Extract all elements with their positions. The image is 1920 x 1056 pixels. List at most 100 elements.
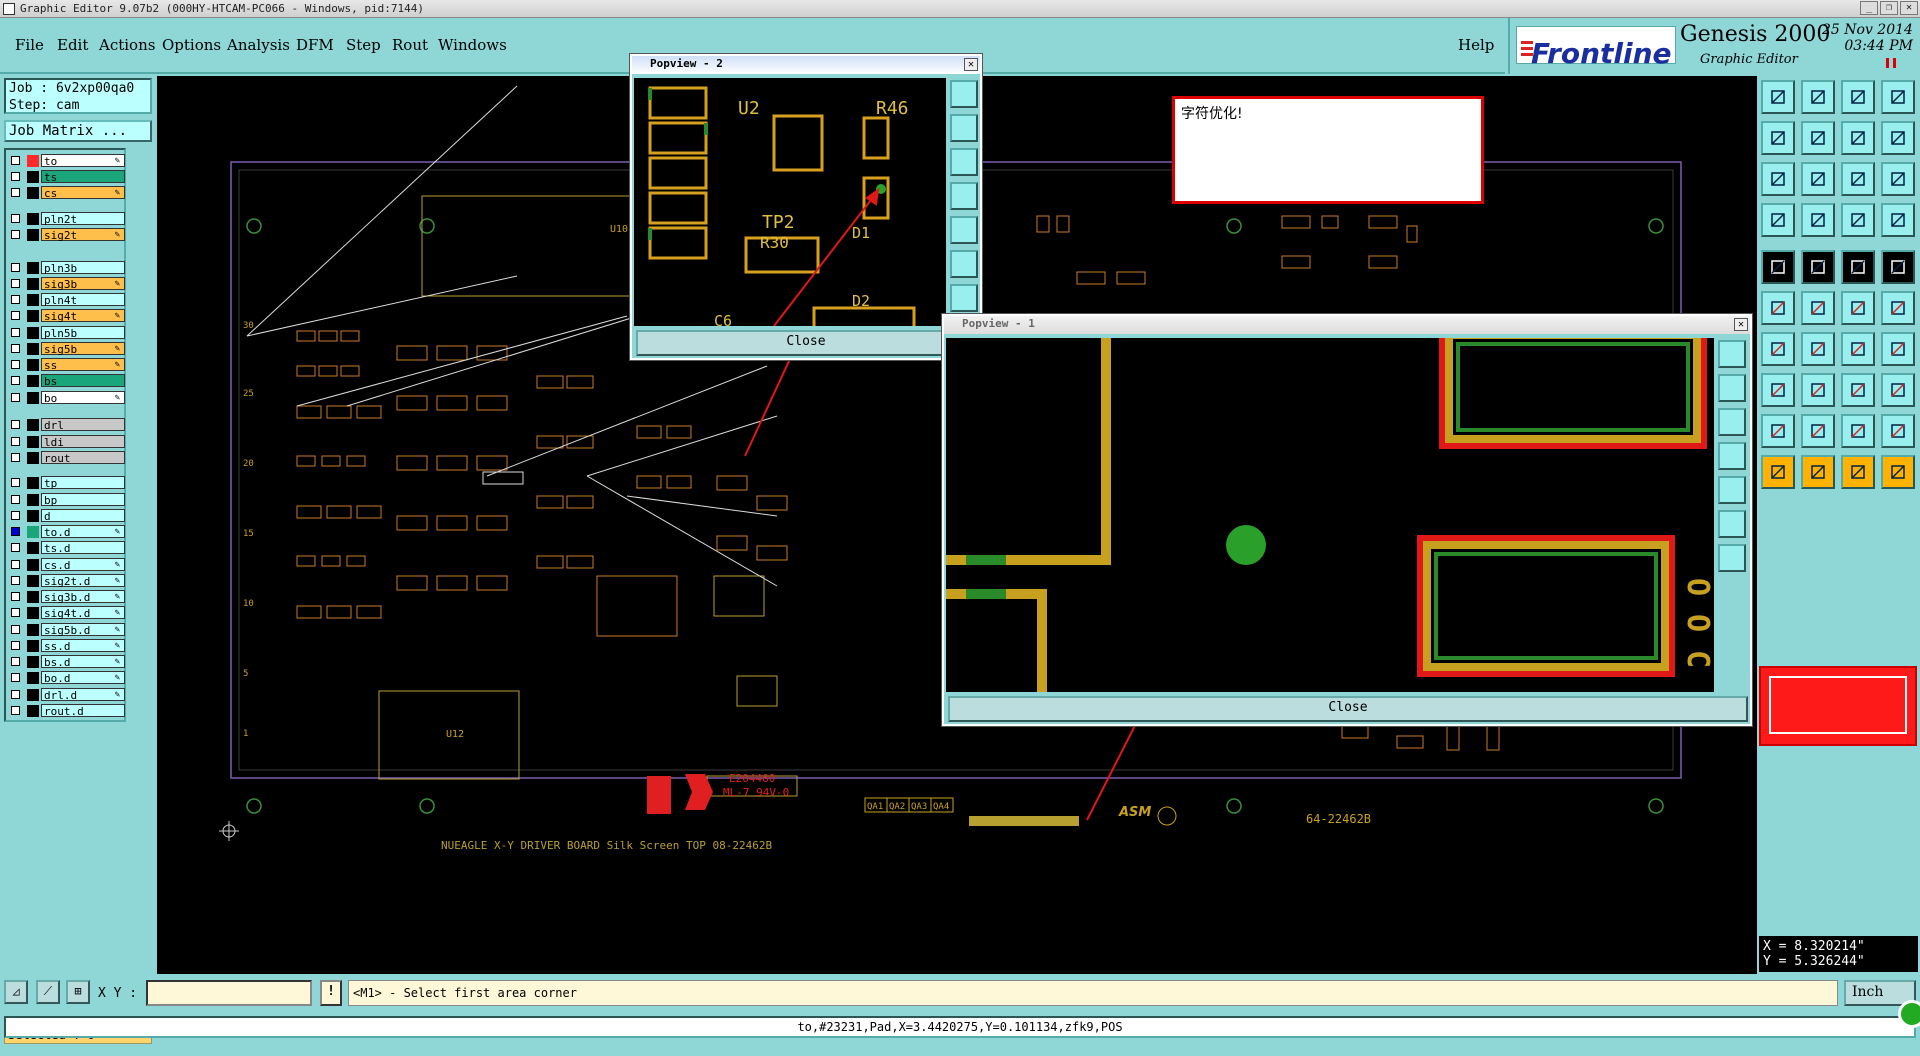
zoom-fit-icon[interactable] (950, 148, 978, 176)
layer-row[interactable]: to.d ✎ (8, 525, 126, 539)
menu-dfm[interactable]: DFM (296, 36, 334, 54)
next-icon[interactable] (1801, 121, 1835, 155)
layer-color-swatch[interactable] (27, 187, 39, 200)
zoom-out-icon[interactable] (1718, 374, 1746, 402)
layer-color-swatch[interactable] (27, 310, 39, 323)
layer-color-swatch[interactable] (27, 558, 39, 571)
layer-color-swatch[interactable] (27, 155, 39, 167)
layer-row[interactable]: d (8, 508, 126, 523)
delete-icon[interactable] (1801, 373, 1835, 407)
layer-row[interactable]: rout (8, 450, 126, 465)
layer-name[interactable]: ldi (41, 434, 125, 449)
layer-row[interactable]: sig4t.d ✎ (8, 606, 126, 620)
shape-icon[interactable] (1761, 414, 1795, 448)
layer-color-swatch[interactable] (27, 213, 39, 225)
surface-icon[interactable] (1841, 414, 1875, 448)
layer-checkbox[interactable] (11, 527, 20, 537)
layer-name[interactable]: bs.d ✎ (41, 655, 125, 669)
layer-checkbox[interactable] (11, 510, 20, 520)
layer-row[interactable]: to ✎ (8, 154, 126, 168)
draw-line-icon[interactable] (1761, 332, 1795, 366)
layer-name[interactable]: ts.d (41, 541, 125, 555)
layer-row[interactable]: ts.d (8, 541, 126, 555)
layer-name[interactable]: ts (41, 170, 125, 184)
popview-2-close-x[interactable]: ✕ (964, 58, 978, 71)
layer-checkbox[interactable] (11, 624, 20, 634)
layer-name[interactable]: sig5b ✎ (41, 341, 125, 356)
layer-row[interactable]: sig2t ✎ (8, 228, 126, 242)
layer-checkbox[interactable] (11, 608, 20, 618)
layer-color-swatch[interactable] (27, 526, 39, 539)
layer-name[interactable]: sig5b.d ✎ (41, 622, 125, 637)
circle-icon[interactable] (1881, 250, 1915, 284)
center-icon[interactable] (1801, 162, 1835, 196)
home-view-icon[interactable] (1718, 544, 1746, 572)
align-icon[interactable] (1841, 373, 1875, 407)
layer-checkbox[interactable] (11, 214, 20, 223)
layer-row[interactable]: sig5b ✎ (8, 341, 126, 356)
popview-2-titlebar[interactable]: Popview - 2 (632, 56, 980, 74)
cross-icon[interactable] (1801, 291, 1835, 325)
layer-color-swatch[interactable] (27, 435, 39, 448)
select-icon[interactable] (1761, 455, 1795, 489)
layer-row[interactable]: bs (8, 374, 126, 388)
layer-name[interactable]: tp (41, 476, 125, 490)
layer-checkbox[interactable] (11, 559, 20, 569)
snap-icon[interactable]: ◿ (4, 980, 28, 1004)
layer-name[interactable]: sig3b.d ✎ (41, 590, 125, 604)
layer-name[interactable]: pln4t (41, 293, 125, 307)
pause-icon[interactable] (1886, 58, 1896, 68)
grid-icon[interactable]: ⊞ (66, 980, 90, 1004)
ruler-icon[interactable] (1841, 250, 1875, 284)
zoom-in-icon[interactable] (950, 80, 978, 108)
layer-color-swatch[interactable] (27, 574, 39, 587)
layer-row[interactable]: ts (8, 170, 126, 184)
layer-name[interactable]: ss ✎ (41, 358, 125, 372)
layer-checkbox[interactable] (11, 673, 20, 683)
menu-file[interactable]: File (15, 36, 44, 54)
layer-row[interactable]: sig2t.d ✎ (8, 573, 126, 588)
text-icon[interactable] (1881, 332, 1915, 366)
popview-1-titlebar[interactable]: Popview - 1 (944, 316, 1750, 334)
layer-row[interactable]: bo ✎ (8, 390, 126, 405)
layer-checkbox[interactable] (11, 640, 20, 650)
snap-icon[interactable] (1761, 203, 1795, 237)
layer-name[interactable]: cs.d ✎ (41, 557, 125, 572)
zoom-fit-icon[interactable] (1761, 162, 1795, 196)
layer-checkbox[interactable] (11, 436, 20, 446)
layer-checkbox[interactable] (11, 420, 20, 430)
layer-name[interactable]: sig4t.d ✎ (41, 606, 125, 620)
layer-row[interactable]: pln2t (8, 212, 126, 226)
net-icon[interactable] (1881, 203, 1915, 237)
layer-color-swatch[interactable] (27, 542, 39, 555)
save-icon[interactable] (1801, 80, 1835, 114)
layer-row[interactable]: ldi (8, 434, 126, 449)
draw-angle-icon[interactable] (1801, 332, 1835, 366)
layer-row[interactable]: pln3b (8, 260, 126, 275)
layer-name[interactable]: bs (41, 374, 125, 388)
job-matrix-button[interactable]: Job Matrix ... (4, 120, 152, 142)
layer-color-swatch[interactable] (27, 451, 39, 464)
layer-row[interactable]: rout.d (8, 703, 126, 718)
layer-row[interactable]: ss.d ✎ (8, 638, 126, 653)
measure-icon[interactable] (1841, 203, 1875, 237)
pad-icon[interactable] (1761, 250, 1795, 284)
layer-scrollbar[interactable] (130, 148, 154, 1018)
layer-color-swatch[interactable] (27, 672, 39, 685)
layer-row[interactable]: sig4t ✎ (8, 309, 126, 323)
add-icon[interactable] (1841, 291, 1875, 325)
layer-name[interactable]: to.d ✎ (41, 525, 125, 539)
layer-name[interactable]: pln2t (41, 212, 125, 226)
zoom-in-icon[interactable] (1718, 340, 1746, 368)
redraw-icon[interactable] (1881, 121, 1915, 155)
popview-1-close-x[interactable]: ✕ (1734, 318, 1748, 331)
grid-icon[interactable] (1801, 203, 1835, 237)
move-icon[interactable] (1761, 373, 1795, 407)
layer-row[interactable]: ss ✎ (8, 358, 126, 372)
restore-button[interactable]: ❐ (1880, 1, 1898, 15)
layer-checkbox[interactable] (11, 311, 20, 321)
layer-color-swatch[interactable] (27, 493, 39, 506)
layer-name[interactable]: sig4t ✎ (41, 309, 125, 323)
xy-input[interactable] (146, 980, 312, 1006)
layer-color-swatch[interactable] (27, 607, 39, 620)
